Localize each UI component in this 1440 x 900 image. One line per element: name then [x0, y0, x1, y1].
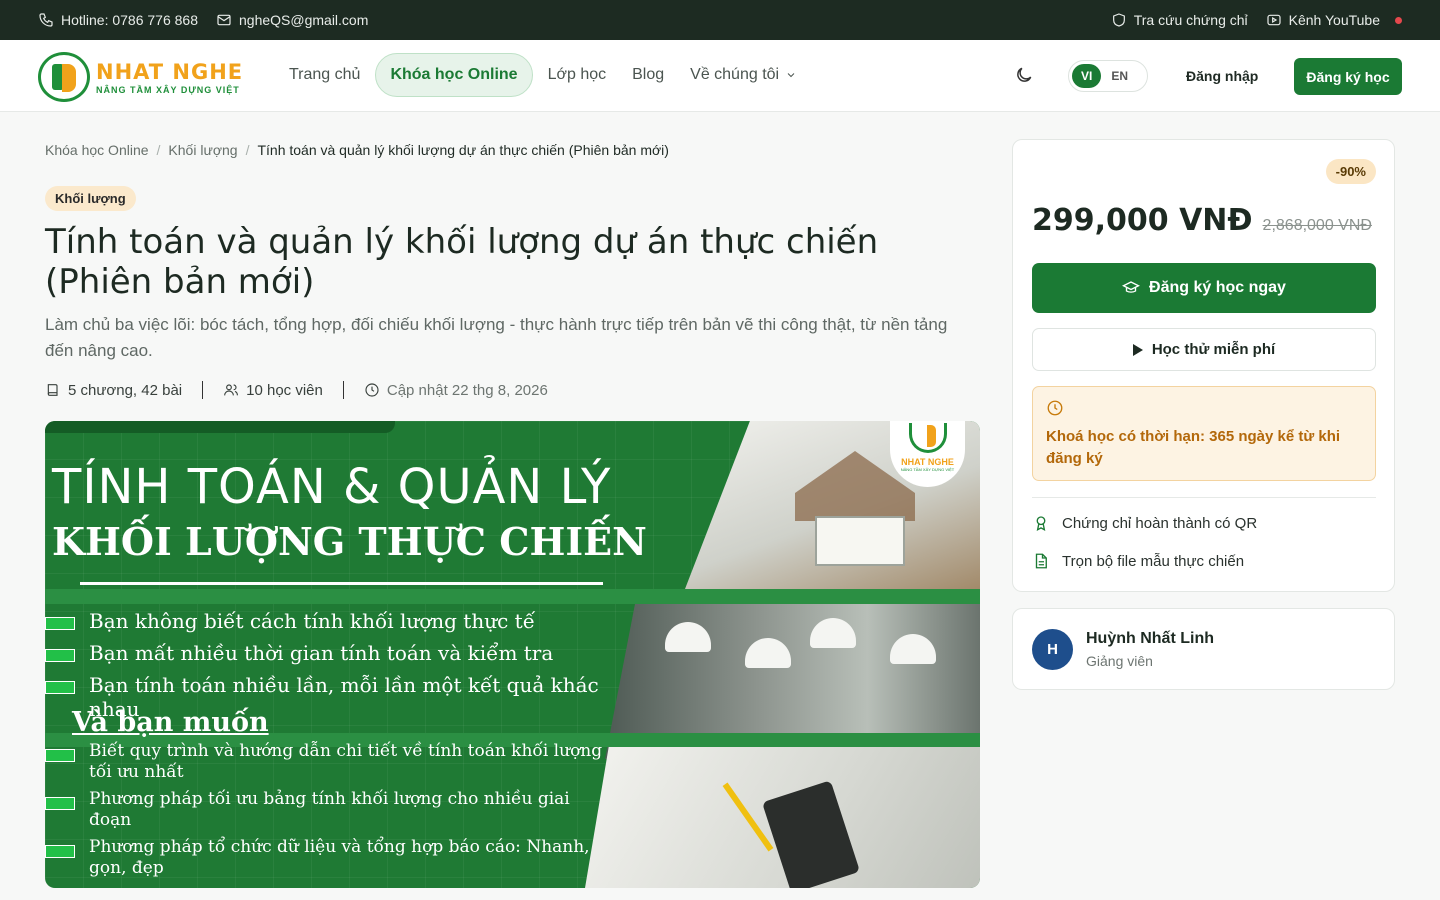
certificate-lookup-text: Tra cứu chứng chỉ	[1133, 12, 1248, 28]
students-text: 10 học viên	[246, 381, 323, 399]
main-nav: NHAT NGHE NÂNG TẦM XÂY DỰNG VIỆT Trang c…	[0, 40, 1440, 112]
category-badge[interactable]: Khối lượng	[45, 186, 136, 211]
students-count: 10 học viên	[223, 382, 323, 399]
banner-list: Bạn không biết cách tính khối lượng thực…	[45, 609, 605, 885]
updated-date: Cập nhật 22 thg 8, 2026	[364, 382, 548, 399]
nav-item-online-courses[interactable]: Khóa học Online	[375, 53, 533, 97]
graduation-cap-icon	[1122, 281, 1141, 293]
lessons-count: 5 chương, 42 bài	[45, 382, 182, 399]
breadcrumb-separator: /	[245, 142, 250, 158]
breadcrumb: Khóa học Online / Khối lượng / Tính toán…	[45, 142, 669, 158]
nav-item-classes[interactable]: Lớp học	[537, 54, 618, 96]
email-text: ngheQS@gmail.com	[239, 12, 369, 28]
price-block: 299,000 VNĐ 2,868,000 VNĐ	[1032, 203, 1372, 238]
top-bar: Hotline: 0786 776 868 ngheQS@gmail.com T…	[0, 0, 1440, 40]
shield-icon	[1112, 13, 1125, 27]
instructor-name: Huỳnh Nhất Linh	[1086, 630, 1214, 647]
access-limit-notice: Khoá học có thời hạn: 365 ngày kể từ khi…	[1032, 386, 1376, 481]
play-icon	[1132, 343, 1143, 356]
course-banner-image: NHAT NGHE NÂNG TẦM XÂY DỰNG VIỆT TÍNH TO…	[45, 421, 980, 888]
current-price: 299,000 VNĐ	[1032, 203, 1253, 238]
updated-text: Cập nhật 22 thg 8, 2026	[386, 381, 548, 399]
brand-tagline: NÂNG TẦM XÂY DỰNG VIỆT	[96, 84, 240, 95]
banner-want-item: Phương pháp tổ chức dữ liệu và tổng hợp …	[45, 837, 605, 879]
signup-button[interactable]: Đăng ký học	[1294, 58, 1402, 95]
lessons-text: 5 chương, 42 bài	[68, 381, 183, 399]
lang-vi[interactable]: VI	[1072, 64, 1102, 88]
file-icon	[1035, 553, 1047, 569]
free-trial-button[interactable]: Học thử miễn phí	[1032, 328, 1376, 371]
language-switcher: VI EN	[1068, 60, 1148, 92]
banner-logo-sub: NÂNG TẦM XÂY DỰNG VIỆT	[900, 467, 955, 472]
moon-icon	[1017, 67, 1032, 82]
meta-divider	[202, 381, 204, 399]
email-link[interactable]: ngheQS@gmail.com	[216, 12, 368, 28]
users-icon	[224, 384, 239, 396]
banner-pain-item: Bạn không biết cách tính khối lượng thực…	[45, 609, 605, 641]
live-dot	[1395, 16, 1402, 24]
banner-heading-1: TÍNH TOÁN & QUẢN LÝ	[52, 459, 612, 515]
brand-name: NHAT NGHE	[96, 59, 244, 84]
page-title: Tính toán và quản lý khối lượng dự án th…	[45, 222, 879, 302]
breadcrumb-item[interactable]: Khóa học Online	[45, 142, 149, 158]
instructor-card[interactable]: H Huỳnh Nhất Linh Giảng viên	[1012, 608, 1395, 690]
breadcrumb-separator: /	[156, 142, 161, 158]
discount-badge: -90%	[1325, 159, 1376, 184]
nav-item-about-label: Về chúng tôi	[690, 66, 780, 83]
banner-pain-item: Bạn tính toán nhiều lần, mỗi lần một kết…	[45, 673, 605, 721]
breadcrumb-item[interactable]: Khối lượng	[168, 142, 237, 158]
calculator-photo	[585, 747, 980, 888]
certificate-lookup-link[interactable]: Tra cứu chứng chỉ	[1111, 12, 1248, 28]
breadcrumb-current: Tính toán và quản lý khối lượng dự án th…	[257, 142, 669, 158]
phone-icon	[39, 13, 53, 27]
lang-en[interactable]: EN	[1107, 64, 1132, 88]
hotline-text: Hotline: 0786 776 868	[61, 12, 198, 28]
banner-want-item: Phương pháp tối ưu bảng tính khối lượng …	[45, 789, 605, 831]
feature-item: Trọn bộ file mẫu thực chiến	[1032, 552, 1244, 570]
theme-toggle[interactable]	[1014, 65, 1036, 87]
youtube-icon	[1267, 14, 1281, 26]
banner-heading-2: KHỐI LƯỢNG THỰC CHIẾN	[52, 519, 647, 564]
youtube-link[interactable]: Kênh YouTube	[1266, 12, 1402, 28]
logo-mark	[38, 52, 90, 102]
hotline[interactable]: Hotline: 0786 776 868	[38, 12, 198, 28]
chevron-down-icon	[787, 73, 795, 78]
feature-text: Trọn bộ file mẫu thực chiến	[1062, 552, 1245, 570]
instructor-role: Giảng viên	[1086, 653, 1153, 669]
free-trial-label: Học thử miễn phí	[1151, 341, 1276, 358]
banner-want-item: Biết quy trình và hướng dẫn chi tiết về …	[45, 741, 605, 783]
course-description: Làm chủ ba việc lõi: bóc tách, tổng hợp,…	[45, 315, 948, 360]
feature-text: Chứng chỉ hoàn thành có QR	[1062, 514, 1258, 532]
access-limit-text: Khoá học có thời hạn: 365 ngày kể từ khi…	[1046, 428, 1341, 467]
meta-divider	[342, 381, 344, 399]
banner-pain-item: Bạn mất nhiều thời gian tính toán và kiể…	[45, 641, 605, 673]
pricing-card: -90% 299,000 VNĐ 2,868,000 VNĐ Đăng ký h…	[1012, 139, 1395, 592]
clock-icon	[365, 383, 379, 397]
login-link[interactable]: Đăng nhập	[1186, 68, 1258, 84]
youtube-text: Kênh YouTube	[1288, 12, 1380, 28]
divider	[1032, 497, 1376, 498]
course-meta: 5 chương, 42 bài 10 học viên Cập nhật 22…	[45, 381, 548, 399]
award-icon	[1036, 516, 1046, 532]
feature-item: Chứng chỉ hoàn thành có QR	[1032, 514, 1257, 532]
nav-item-home[interactable]: Trang chủ	[278, 54, 371, 96]
avatar: H	[1032, 629, 1073, 670]
enroll-now-label: Đăng ký học ngay	[1149, 279, 1286, 296]
nav-item-about[interactable]: Về chúng tôi	[679, 54, 808, 96]
clock-icon	[1047, 400, 1063, 416]
nav-menu: Trang chủ Khóa học Online Lớp học Blog V…	[278, 53, 808, 97]
original-price: 2,868,000 VNĐ	[1262, 217, 1372, 234]
banner-logo-text: NHAT NGHE	[901, 457, 954, 467]
nav-item-blog[interactable]: Blog	[621, 54, 675, 96]
book-icon	[47, 384, 58, 396]
enroll-now-button[interactable]: Đăng ký học ngay	[1032, 263, 1376, 313]
brand-logo[interactable]: NHAT NGHE NÂNG TẦM XÂY DỰNG VIỆT	[38, 52, 243, 102]
mail-icon	[217, 14, 231, 26]
